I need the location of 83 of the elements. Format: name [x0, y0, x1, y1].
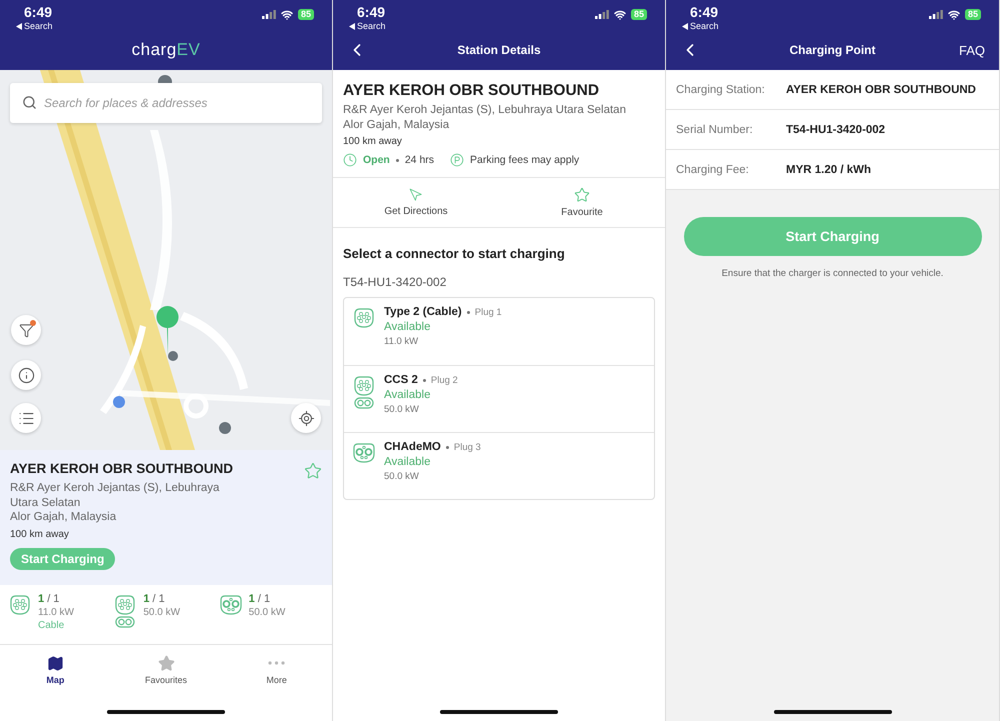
screen-title: Charging Point [790, 43, 876, 57]
serial-number: T54-HU1-3420-002 [343, 275, 448, 289]
wifi-icon [280, 8, 293, 20]
bullet-icon [396, 158, 399, 162]
wifi-icon [614, 8, 626, 20]
search-icon [22, 95, 37, 110]
status-time: 6:49 [689, 4, 719, 21]
clock-icon [343, 153, 357, 167]
connector-name: CCS 2 Plug 2 [384, 374, 458, 386]
back-triangle-icon [682, 23, 688, 30]
connector-power: 50.0 kW [143, 606, 180, 619]
status-time: 6:49 [356, 4, 386, 21]
favourite-button[interactable]: Favourite [499, 178, 665, 227]
detail-value: T54-HU1-3420-002 [786, 124, 886, 136]
signal-icon [262, 10, 276, 19]
connector-item[interactable]: CCS 2 Plug 2 Available 50.0 kW [344, 365, 654, 432]
connection-note: Ensure that the charger is connected to your vehicle. [722, 268, 944, 279]
tab[interactable]: Favourites [110, 645, 222, 690]
wifi-icon [948, 8, 960, 20]
star-icon [158, 655, 174, 672]
ccs2-plug-icon [352, 374, 376, 410]
battery-badge: 85 [964, 9, 981, 20]
app-logo: chargEV [132, 40, 200, 60]
type2-plug-icon [352, 306, 376, 330]
signal-icon [594, 10, 609, 19]
connector-status: Available [384, 321, 432, 333]
type2-plug-icon [8, 593, 32, 617]
ccs2-plug-icon [113, 593, 138, 629]
back-triangle-icon [16, 23, 22, 30]
signal-icon [928, 10, 943, 19]
connector-availability: 1 / 1 [143, 593, 166, 606]
station-distance: 100 km away [343, 136, 403, 147]
battery-badge: 85 [630, 9, 647, 20]
detail-label: Serial Number: [676, 124, 754, 136]
connector-power: 11.0 kW [384, 336, 420, 347]
connector-power: 50.0 kW [384, 404, 420, 415]
back-to-search-link[interactable]: Search [349, 21, 386, 32]
back-to-search-link[interactable]: Search [682, 21, 719, 32]
battery-badge: 85 [298, 9, 314, 20]
connector-note: Cable [38, 619, 66, 632]
station-address: R&R Ayer Keroh Jejantas (S), Lebuhraya Utara Selatan Alor Gajah, Malaysia [343, 103, 627, 132]
connector-status: Available [384, 389, 432, 401]
connector-power: 11.0 kW [38, 606, 74, 619]
open-status: Open [363, 154, 390, 166]
navigation-arrow-icon [409, 188, 423, 202]
tab[interactable]: More [221, 645, 332, 690]
connector-power: 50.0 kW [248, 606, 286, 619]
filter-icon [18, 322, 34, 338]
detail-value: AYER KEROH OBR SOUTHBOUND [786, 84, 976, 96]
detail-label: Charging Station: [676, 84, 766, 96]
connector-item[interactable]: Type 2 (Cable) Plug 1 Available 11.0 kW [344, 298, 654, 365]
info-icon [18, 366, 34, 384]
parking-icon [450, 153, 464, 167]
connector-status: Available [384, 456, 432, 468]
connector-prompt: Select a connector to start charging [343, 246, 566, 261]
directions-button[interactable]: Get Directions [333, 178, 499, 227]
locate-icon [298, 410, 314, 426]
tab[interactable]: Map [0, 645, 111, 690]
station-address: R&R Ayer Keroh Jejantas (S), Lebuhraya Utara Selatan Alor Gajah, Malaysia [10, 481, 220, 524]
connector-name: Type 2 (Cable) Plug 1 [384, 306, 502, 318]
connector-availability: 1 / 1 [248, 593, 272, 606]
back-to-search-link[interactable]: Search [16, 21, 53, 32]
chademo-plug-icon [352, 441, 376, 465]
connector-item[interactable]: CHAdeMO Plug 3 Available 50.0 kW [344, 432, 654, 499]
detail-value: MYR 1.20 / kWh [786, 164, 871, 176]
parking-note: Parking fees may apply [470, 154, 580, 166]
connector-power: 50.0 kW [384, 471, 420, 482]
chademo-plug-icon [218, 593, 243, 617]
opening-hours: 24 hrs [404, 154, 434, 166]
screen-title: Station Details [457, 43, 541, 57]
station-distance: 100 km away [10, 528, 70, 540]
detail-label: Charging Fee: [676, 164, 750, 176]
more-icon [268, 661, 286, 665]
connector-availability: 1 / 1 [38, 593, 60, 606]
connector-name: CHAdeMO Plug 3 [384, 441, 481, 453]
faq-link[interactable]: FAQ [945, 42, 985, 58]
status-time: 6:49 [23, 4, 53, 21]
map-icon [46, 655, 64, 672]
station-name: AYER KEROH OBR SOUTHBOUND [343, 82, 600, 100]
back-triangle-icon [349, 23, 355, 30]
station-name: AYER KEROH OBR SOUTHBOUND [10, 461, 234, 476]
star-icon [574, 187, 590, 203]
search-field[interactable]: Search for places & addresses [10, 83, 322, 123]
